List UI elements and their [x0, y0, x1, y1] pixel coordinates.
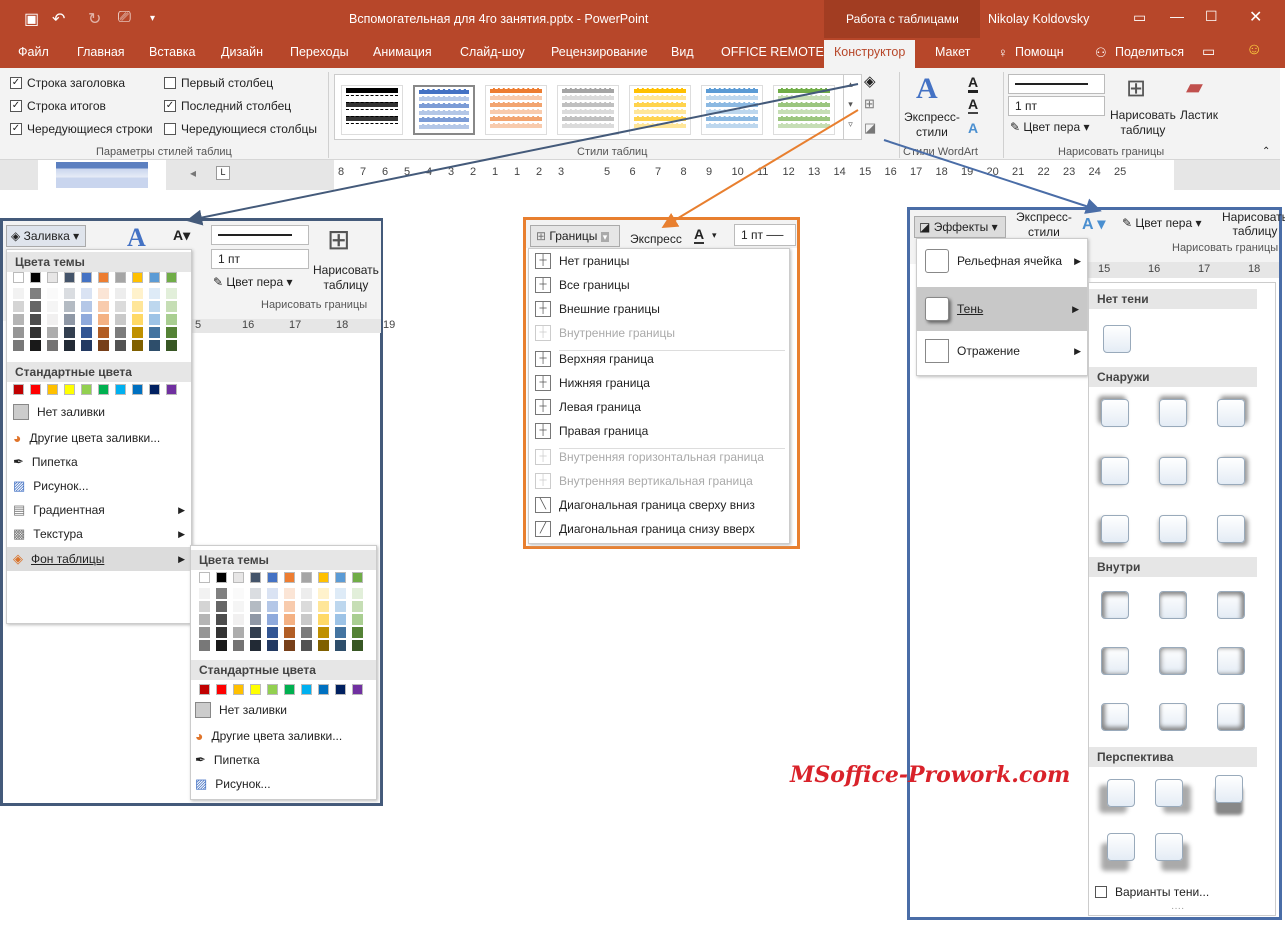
arrow-to-borders: [661, 109, 859, 229]
callout-arrows: [186, 83, 1102, 229]
arrow-to-effects: [883, 139, 1102, 214]
arrow-to-fill: [186, 83, 859, 226]
